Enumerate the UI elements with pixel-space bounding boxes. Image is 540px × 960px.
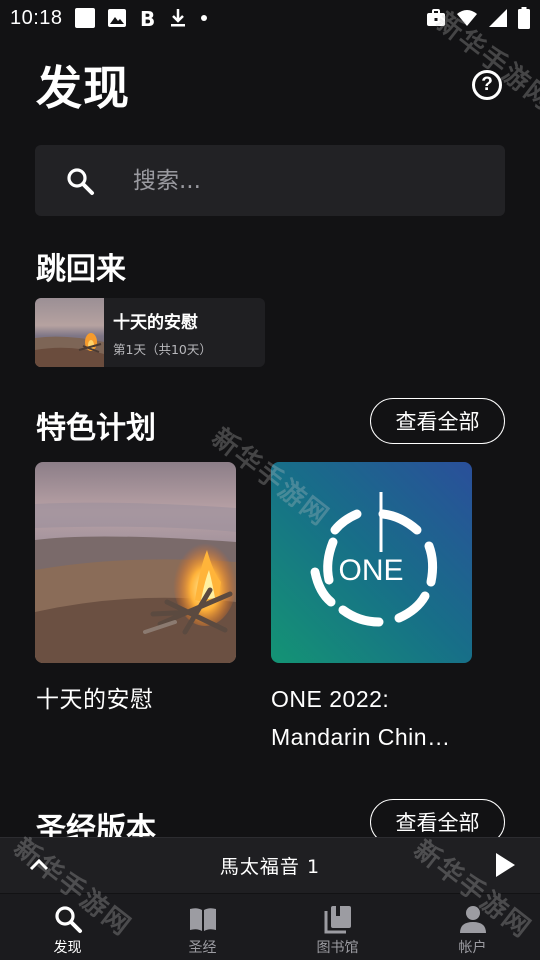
square-icon bbox=[74, 8, 95, 28]
nav-item-bible[interactable]: 圣经 bbox=[135, 894, 270, 960]
dot-icon bbox=[200, 15, 207, 21]
status-left: 10:18 B bbox=[10, 7, 209, 30]
jump-back-card-progress: 第1天（共10天） bbox=[113, 342, 212, 357]
plan-card-image-campfire[interactable] bbox=[35, 462, 236, 663]
audio-chapter-title: 馬太福音 1 bbox=[219, 856, 321, 878]
nav-item-library[interactable]: 图书馆 bbox=[270, 894, 405, 960]
nav-label-library: 图书馆 bbox=[316, 940, 359, 956]
bible-icon bbox=[189, 908, 216, 931]
plan-title-campfire[interactable]: 十天的安慰 bbox=[36, 680, 246, 718]
search-bar[interactable] bbox=[35, 145, 505, 216]
featured-see-all-button[interactable]: 查看全部 bbox=[370, 398, 505, 444]
page-title: 发现 bbox=[36, 61, 130, 115]
jump-back-title: 跳回来 bbox=[36, 252, 126, 287]
svg-text:B: B bbox=[140, 8, 155, 28]
play-icon[interactable] bbox=[494, 852, 516, 878]
jump-back-card-title: 十天的安慰 bbox=[113, 313, 198, 333]
image-icon bbox=[107, 9, 126, 27]
campfire-thumbnail bbox=[35, 298, 104, 367]
battery-icon bbox=[518, 7, 530, 29]
signal-icon bbox=[489, 9, 507, 27]
jump-back-card[interactable]: 十天的安慰 第1天（共10天） bbox=[35, 298, 265, 367]
search-icon bbox=[67, 167, 94, 195]
nav-label-bible: 圣经 bbox=[188, 940, 217, 956]
download-icon bbox=[170, 9, 185, 27]
campfire-image bbox=[35, 462, 236, 663]
search-input[interactable] bbox=[131, 166, 505, 195]
one-logo-text: ONE bbox=[338, 554, 403, 587]
plan-title-one[interactable]: ONE 2022: Mandarin Chin… bbox=[271, 680, 481, 756]
featured-plans-title: 特色计划 bbox=[36, 411, 156, 446]
nav-label-account: 帐户 bbox=[458, 940, 487, 956]
nav-label-discover: 发现 bbox=[53, 940, 82, 956]
bold-b-icon: B bbox=[140, 8, 155, 28]
status-time: 10:18 bbox=[10, 6, 63, 29]
library-icon bbox=[324, 906, 351, 934]
jump-back-text: 十天的安慰 第1天（共10天） bbox=[104, 298, 212, 367]
